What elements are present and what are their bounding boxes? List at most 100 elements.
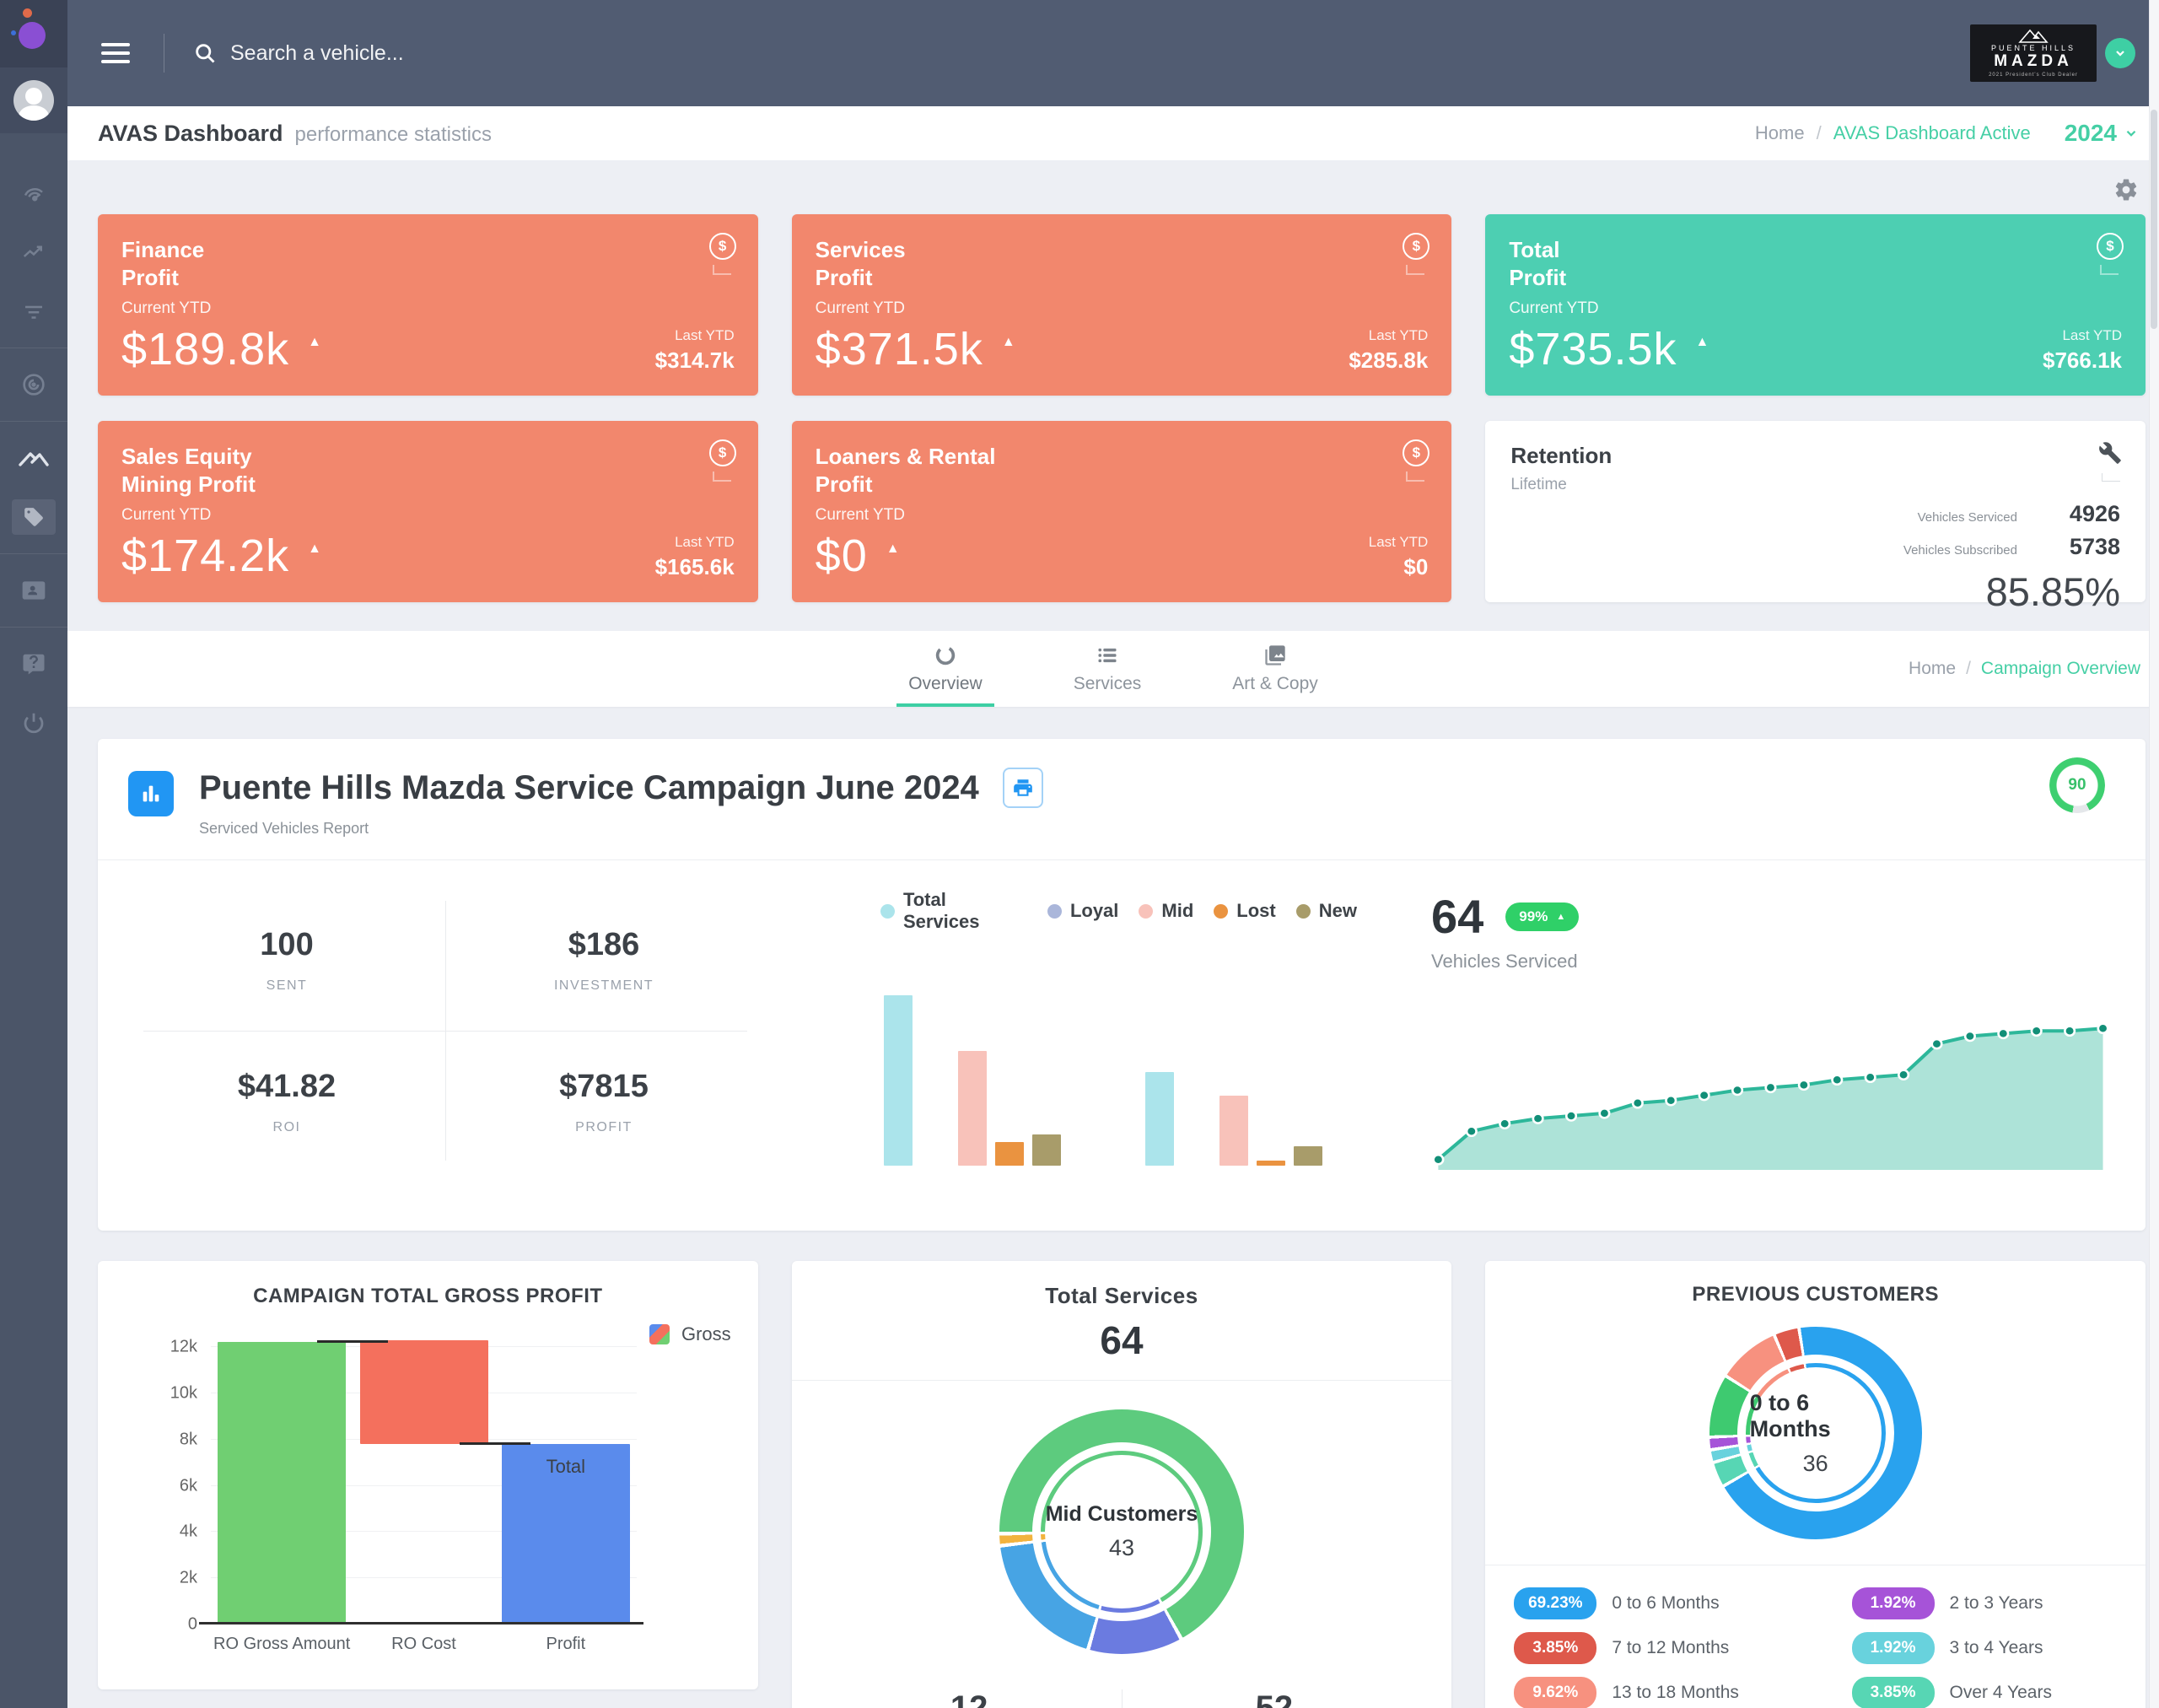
logo-orange-dot: [23, 8, 32, 18]
sidebar-item-wireless[interactable]: [0, 164, 67, 223]
legend-percent-badge: 1.92%: [1852, 1587, 1935, 1619]
avatar[interactable]: [13, 80, 54, 121]
legend-swatch: [649, 1324, 670, 1344]
panel-title: CAMPAIGN TOTAL GROSS PROFIT: [123, 1285, 733, 1308]
previous-customers-panel: PREVIOUS CUSTOMERS 0 to 6 Months 36: [1485, 1261, 2146, 1708]
tabs-breadcrumb: Home / Campaign Overview: [1909, 631, 2140, 707]
tab-label: Overview: [908, 674, 983, 694]
retention-row-value: 5738: [2048, 534, 2120, 560]
bar-chart-icon: [128, 771, 174, 816]
top-navbar: PUENTE HILLS MAZDA 2021 President's Club…: [67, 0, 2159, 106]
kpi-value: $371.5k: [816, 323, 983, 375]
logo-blue-dot: [11, 30, 16, 35]
dealer-tagline: 2021 President's Club Dealer: [1989, 73, 2078, 78]
kpi-title-line2: Profit: [816, 471, 873, 497]
dollar-icon: $: [709, 233, 736, 260]
retention-card[interactable]: Retention Lifetime Vehicles Serviced4926…: [1485, 421, 2146, 602]
retention-row-value: 4926: [2048, 501, 2120, 527]
bar-mid: [958, 1051, 987, 1166]
previous-customers-donut[interactable]: 0 to 6 Months 36: [1709, 1327, 1922, 1539]
sidebar-divider: [0, 627, 67, 628]
bar-lost: [1257, 1161, 1285, 1166]
legend-item-new: New: [1296, 900, 1357, 922]
scrollbar[interactable]: [2149, 0, 2159, 1708]
tab-label: Art & Copy: [1232, 674, 1318, 694]
stat-value: $41.82: [238, 1069, 336, 1105]
app-logo[interactable]: [0, 0, 67, 67]
legend-label: 13 to 18 Months: [1612, 1683, 1739, 1703]
sidebar-item-filter[interactable]: [0, 282, 67, 341]
legend-dot: [1214, 904, 1228, 919]
kpi-card-sales-equity-mining-profit[interactable]: Sales EquityMining Profit Current YTD $ …: [98, 421, 758, 602]
legend-item-7-to-12-months: 3.85%7 to 12 Months: [1514, 1632, 1851, 1664]
legend-percent-badge: 69.23%: [1514, 1587, 1596, 1619]
print-button[interactable]: [1003, 768, 1043, 808]
legend-percent-badge: 3.85%: [1852, 1677, 1935, 1708]
kpi-card-services-profit[interactable]: ServicesProfit Current YTD $ $371.5k▲ La…: [792, 214, 1452, 396]
stat-label: PROFIT: [575, 1120, 633, 1135]
donut-ring-icon: [934, 644, 957, 667]
legend-percent-badge: 9.62%: [1514, 1677, 1596, 1708]
sidebar-item-help[interactable]: [0, 634, 67, 693]
campaign-header: Puente Hills Mazda Service Campaign June…: [98, 739, 2146, 860]
legend-dot: [1047, 904, 1062, 919]
kpi-last-label: Last YTD: [1349, 327, 1428, 344]
waterfall-plot: 02k4k6k8k10k12kTotal: [211, 1334, 637, 1624]
kpi-last-value: $285.8k: [1349, 348, 1428, 374]
campaign-progress-value: 90: [2049, 757, 2105, 813]
tab-overview[interactable]: Overview: [903, 631, 988, 707]
tab-art-copy[interactable]: Art & Copy: [1227, 631, 1323, 707]
filter-lines-icon: [21, 299, 46, 324]
kpi-card-finance-profit[interactable]: FinanceProfit Current YTD $ $189.8k▲ Las…: [98, 214, 758, 396]
page-subtitle: performance statistics: [295, 123, 492, 147]
total-services-panel: Total Services 64 Mid Customers 43: [792, 1261, 1452, 1708]
sidebar-item-contacts[interactable]: [0, 561, 67, 620]
account-dropdown-button[interactable]: [2105, 38, 2135, 68]
bar-group-group-1: [884, 995, 1061, 1166]
logo-purple-circle: [19, 22, 46, 49]
sidebar-item-pricing[interactable]: [0, 488, 67, 547]
kpi-card-total-profit[interactable]: TotalProfit Current YTD $ $735.5k▲ Last …: [1485, 214, 2146, 396]
tab-services[interactable]: Services: [1069, 631, 1147, 707]
total-services-donut[interactable]: Mid Customers 43: [999, 1409, 1244, 1654]
sidebar-nav: [0, 133, 67, 1708]
area-chart-svg: [1431, 994, 2112, 1178]
kpi-value: $189.8k: [121, 323, 289, 375]
legend-label: Total Services: [903, 889, 1027, 933]
y-tick-label: 12k: [170, 1338, 211, 1357]
donut-center-value: 36: [1803, 1451, 1828, 1477]
legend-item-loyal: Loyal: [1047, 900, 1118, 922]
hamburger-menu-icon[interactable]: [101, 43, 130, 63]
mountain-logo-icon: [2018, 28, 2049, 43]
services-split-footer: 12 Market Share 52 Previous Customers: [817, 1689, 1427, 1708]
legend-label: 2 to 3 Years: [1950, 1593, 2043, 1614]
breadcrumb-separator: /: [1966, 659, 1971, 679]
kpi-card-loaners-rental-profit[interactable]: Loaners & RentalProfit Current YTD $ $0▲…: [792, 421, 1452, 602]
y-tick-label: 0: [188, 1615, 211, 1635]
kpi-value: $174.2k: [121, 530, 289, 582]
dealer-logo[interactable]: PUENTE HILLS MAZDA 2021 President's Club…: [1970, 24, 2097, 82]
sidebar-item-peaks-active[interactable]: [0, 428, 67, 488]
trend-up-icon: ▲: [1696, 335, 1709, 350]
trend-up-icon: ▲: [308, 335, 321, 350]
kpi-period: Current YTD: [1509, 299, 2122, 318]
sidebar-avatar-row: [0, 67, 67, 133]
sidebar-item-trends[interactable]: [0, 223, 67, 282]
waterfall-bar-ro-cost: [360, 1340, 488, 1444]
breadcrumb-home[interactable]: Home: [1755, 122, 1805, 144]
printer-icon: [1012, 777, 1034, 799]
scrollbar-thumb[interactable]: [2151, 110, 2157, 329]
year-dropdown[interactable]: 2024: [2065, 120, 2139, 147]
legend-item-mid: Mid: [1139, 900, 1193, 922]
axis-decoration: [2100, 265, 2119, 275]
sidebar-item-disc[interactable]: [0, 355, 67, 414]
search-input[interactable]: [230, 41, 736, 66]
vehicles-serviced-block: 64 99%▲ Vehicles Serviced: [1431, 889, 2112, 1178]
breadcrumb-home[interactable]: Home: [1909, 659, 1956, 679]
sidebar-item-logout[interactable]: [0, 693, 67, 752]
percent-badge: 99%▲: [1505, 902, 1579, 931]
x-axis-label: Profit: [546, 1635, 585, 1654]
settings-gear-icon[interactable]: [2113, 177, 2139, 202]
stat-value: $186: [568, 927, 640, 963]
stat-investment: $186INVESTMENT: [445, 889, 762, 1031]
